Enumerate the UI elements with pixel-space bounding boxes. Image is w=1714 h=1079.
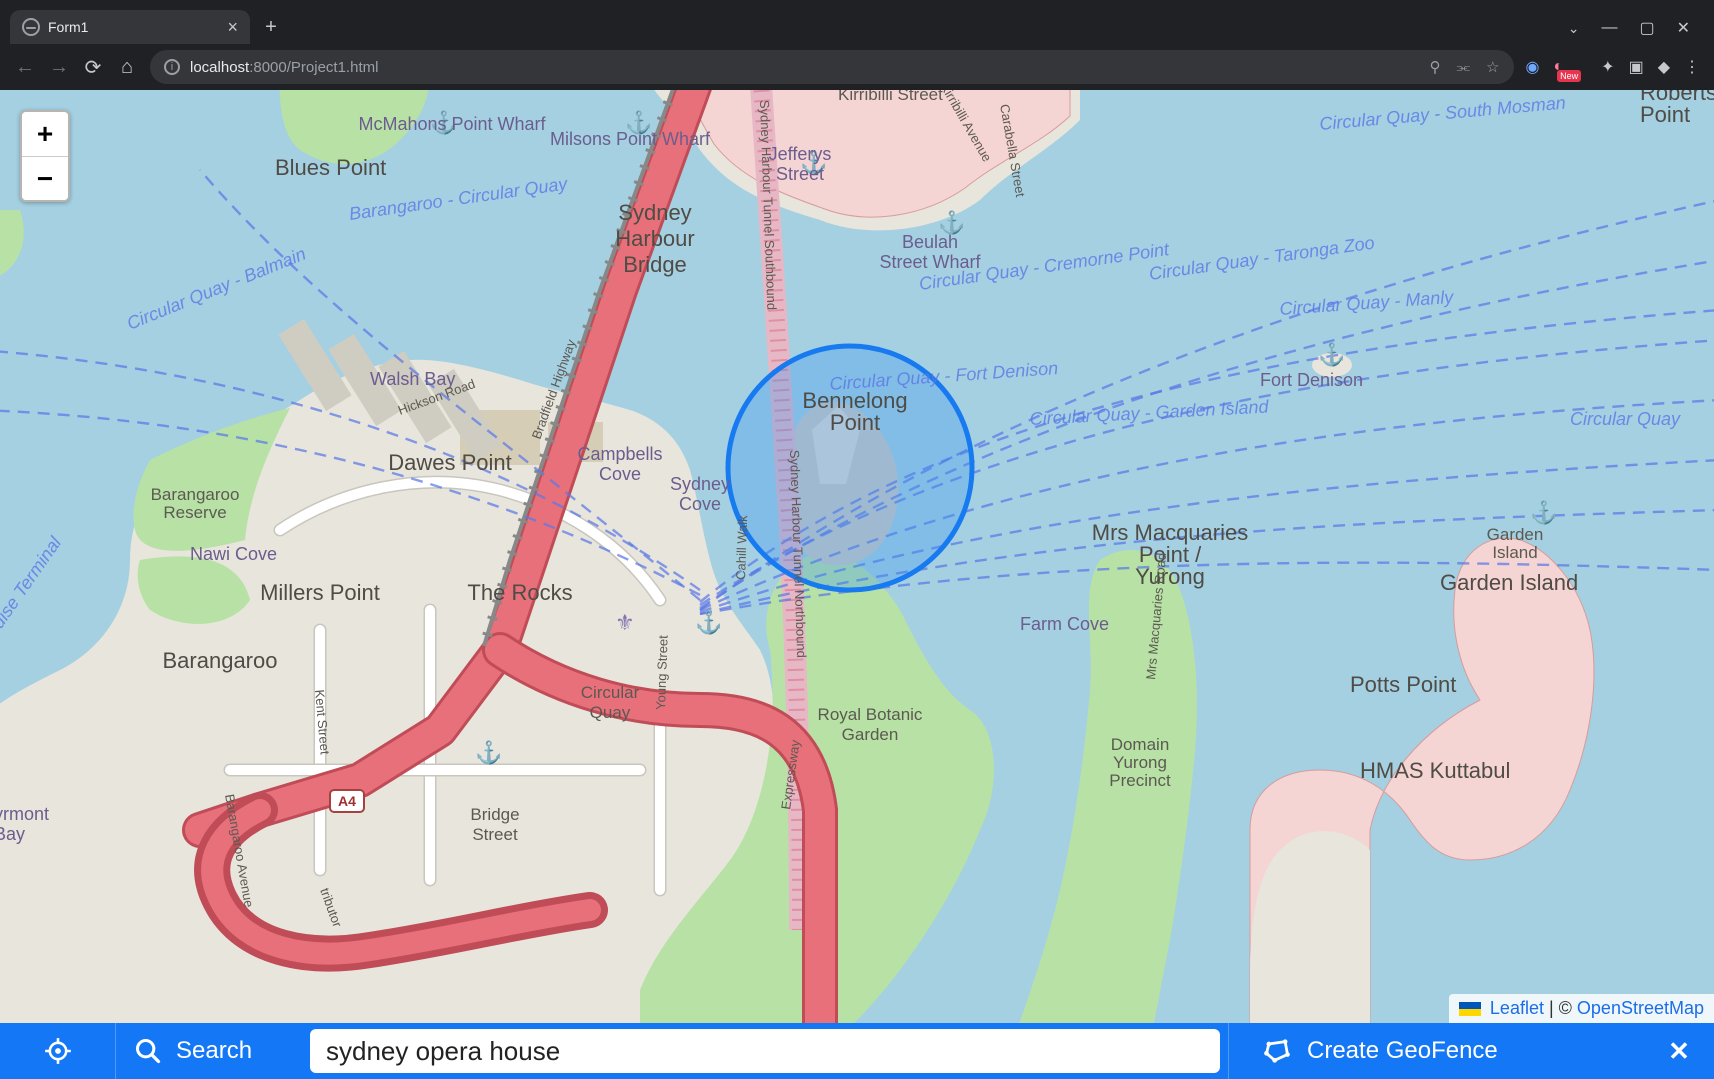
maximize-icon[interactable]: ▢ (1639, 18, 1654, 38)
locate-button[interactable] (0, 1023, 116, 1079)
extensions: ◉ ◐New ✦ ▣ ◆ ⋮ (1526, 57, 1701, 77)
address-bar[interactable]: i localhost:8000/Project1.html ⚲ ⫘ ☆ (150, 50, 1514, 84)
share-icon[interactable]: ⫘ (1457, 59, 1471, 76)
svg-text:Cruise Terminal: Cruise Terminal (0, 532, 66, 647)
toolbar-close-button[interactable]: ✕ (1644, 1023, 1714, 1079)
close-icon: ✕ (1668, 1036, 1690, 1067)
menu-icon[interactable]: ⋮ (1684, 57, 1700, 77)
svg-text:Circular Quay: Circular Quay (1570, 409, 1681, 429)
search-icon (134, 1037, 162, 1065)
forward-icon: → (48, 56, 70, 79)
bottom-toolbar: Search Create GeoFence ✕ (0, 1023, 1714, 1079)
svg-text:⚓: ⚓ (1318, 342, 1345, 367)
svg-text:Circular Quay - Garden Island: Circular Quay - Garden Island (1029, 396, 1270, 429)
svg-text:Circular Quay - Balmain: Circular Quay - Balmain (124, 244, 309, 334)
new-tab-button[interactable]: + (256, 12, 286, 42)
site-info-icon[interactable]: i (164, 59, 180, 75)
svg-text:Circular Quay - Taronga Zoo: Circular Quay - Taronga Zoo (1148, 233, 1376, 284)
ukraine-flag-icon (1459, 1002, 1481, 1016)
svg-text:Fort Denison: Fort Denison (1260, 370, 1363, 390)
svg-text:⚓: ⚓ (475, 740, 502, 765)
zoom-control: + − (20, 110, 70, 202)
svg-text:BarangarooReserve: BarangarooReserve (151, 485, 240, 522)
url-host: localhost (190, 59, 249, 76)
svg-text:GardenIsland: GardenIsland (1487, 525, 1544, 562)
bookmark-icon[interactable]: ☆ (1486, 58, 1499, 76)
back-icon[interactable]: ← (14, 56, 36, 79)
window-controls: ⌄ — ▢ ✕ (1568, 18, 1704, 44)
window-close-icon[interactable]: ✕ (1677, 18, 1690, 38)
svg-text:⚜: ⚜ (615, 610, 635, 635)
svg-text:SydneyHarbourBridge: SydneyHarbourBridge (615, 200, 694, 277)
svg-text:Blues Point: Blues Point (275, 155, 386, 180)
tab-close-icon[interactable]: × (227, 18, 238, 36)
svg-text:Circular Quay - South Mosman: Circular Quay - South Mosman (1319, 93, 1567, 134)
search-button[interactable]: Search (116, 1023, 302, 1079)
create-geofence-label: Create GeoFence (1307, 1037, 1498, 1065)
svg-text:HMAS Kuttabul: HMAS Kuttabul (1360, 758, 1510, 783)
svg-text:⚓: ⚓ (1530, 500, 1557, 525)
attribution-sep: | © (1544, 998, 1577, 1018)
profile-icon[interactable]: ◆ (1658, 57, 1670, 77)
svg-text:Kirribilli Street: Kirribilli Street (838, 90, 943, 104)
browser-chrome: Form1 × + ⌄ — ▢ ✕ ← → ⟳ ⌂ i localhost:80… (0, 0, 1714, 90)
tab-title: Form1 (48, 19, 88, 35)
search-label: Search (176, 1037, 252, 1065)
browser-tab[interactable]: Form1 × (10, 10, 250, 44)
svg-text:Milsons Point Wharf: Milsons Point Wharf (550, 129, 711, 149)
svg-text:Farm Cove: Farm Cove (1020, 614, 1109, 634)
svg-text:Cahill Walk: Cahill Walk (733, 515, 750, 581)
zoom-out-button[interactable]: − (22, 156, 68, 200)
location-pin-icon[interactable]: ⚲ (1430, 58, 1441, 76)
create-geofence-button[interactable]: Create GeoFence (1228, 1023, 1644, 1079)
url-path: :8000/Project1.html (249, 59, 378, 76)
extension-icon-1[interactable]: ◉ (1526, 57, 1540, 77)
svg-text:DomainYurongPrecinct: DomainYurongPrecinct (1109, 735, 1171, 790)
svg-text:Dawes Point: Dawes Point (388, 450, 512, 475)
side-panel-icon[interactable]: ▣ (1629, 57, 1644, 77)
svg-text:Millers Point: Millers Point (260, 580, 380, 605)
toolbar-row: ← → ⟳ ⌂ i localhost:8000/Project1.html ⚲… (0, 44, 1714, 90)
svg-text:Nawi Cove: Nawi Cove (190, 544, 277, 564)
extension-badge: New (1557, 70, 1581, 82)
svg-text:⚓: ⚓ (695, 610, 722, 635)
svg-text:A4: A4 (338, 793, 356, 809)
extensions-menu-icon[interactable]: ✦ (1601, 57, 1614, 77)
osm-link[interactable]: OpenStreetMap (1577, 998, 1704, 1018)
tabs-dropdown-icon[interactable]: ⌄ (1568, 20, 1580, 37)
crosshair-icon (44, 1037, 72, 1065)
extension-icon-2[interactable]: ◐New (1553, 58, 1587, 76)
globe-icon (22, 18, 40, 36)
svg-text:Garden Island: Garden Island (1440, 570, 1578, 595)
svg-text:SydneyCove: SydneyCove (670, 474, 730, 514)
polygon-icon (1263, 1037, 1291, 1065)
zoom-in-button[interactable]: + (22, 112, 68, 156)
map-attribution: Leaflet | © OpenStreetMap (1449, 994, 1714, 1023)
svg-text:McMahons Point Wharf: McMahons Point Wharf (358, 114, 546, 134)
tab-strip: Form1 × + ⌄ — ▢ ✕ (0, 0, 1714, 44)
map[interactable]: ⚓ ⚓ ⚓ ⚓ ⚓ ⚜ ⚓ ⚓ ⚓ Circular Quay - Balmai… (0, 90, 1714, 1079)
svg-text:JefferysStreet: JefferysStreet (769, 144, 832, 184)
svg-text:BridgeStreet: BridgeStreet (470, 805, 519, 844)
svg-text:Young Street: Young Street (653, 635, 671, 711)
svg-text:BeulahStreet Wharf: BeulahStreet Wharf (879, 232, 981, 272)
minimize-icon[interactable]: — (1601, 19, 1617, 37)
svg-text:The Rocks: The Rocks (467, 580, 572, 605)
home-icon[interactable]: ⌂ (116, 56, 138, 79)
svg-text:Barangaroo - Circular Quay: Barangaroo - Circular Quay (348, 173, 570, 224)
reload-icon[interactable]: ⟳ (82, 55, 104, 80)
svg-text:Potts Point: Potts Point (1350, 672, 1456, 697)
svg-text:RobertsPoint: RobertsPoint (1640, 90, 1714, 127)
svg-text:Barangaroo: Barangaroo (163, 648, 278, 673)
leaflet-link[interactable]: Leaflet (1490, 998, 1544, 1018)
search-input[interactable] (310, 1029, 1220, 1073)
